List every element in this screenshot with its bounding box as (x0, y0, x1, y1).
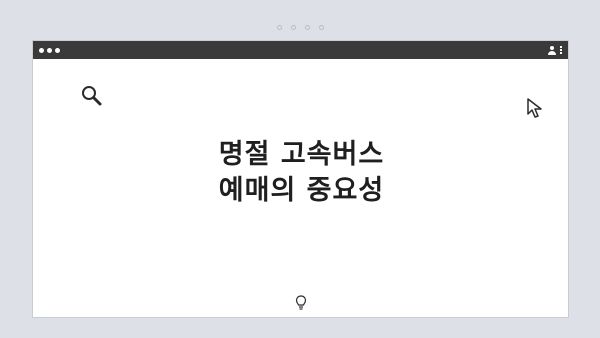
kebab-menu-icon[interactable] (560, 46, 562, 54)
page-title: 명절 고속버스 예매의 중요성 (33, 137, 570, 209)
titlebar-actions (548, 45, 562, 55)
close-dot-button[interactable] (39, 47, 44, 53)
window-controls (39, 47, 60, 53)
page-title-line-1: 명절 고속버스 (218, 139, 385, 170)
search-icon (82, 86, 102, 106)
page-dot (276, 25, 282, 30)
window-content: 명절 고속버스 예매의 중요성 (33, 59, 568, 319)
cursor-icon (527, 98, 542, 118)
minimize-dot-button[interactable] (47, 47, 52, 53)
page-dot (318, 25, 324, 30)
page-title-line-2: 예매의 중요성 (218, 175, 385, 206)
user-icon[interactable] (548, 45, 556, 55)
browser-window: 명절 고속버스 예매의 중요성 (32, 40, 569, 318)
lightbulb-icon (295, 295, 307, 310)
window-titlebar (33, 41, 568, 59)
page-dot (304, 25, 310, 30)
page-indicator-dots (0, 25, 600, 30)
maximize-dot-button[interactable] (55, 47, 60, 53)
page-dot (290, 25, 296, 30)
